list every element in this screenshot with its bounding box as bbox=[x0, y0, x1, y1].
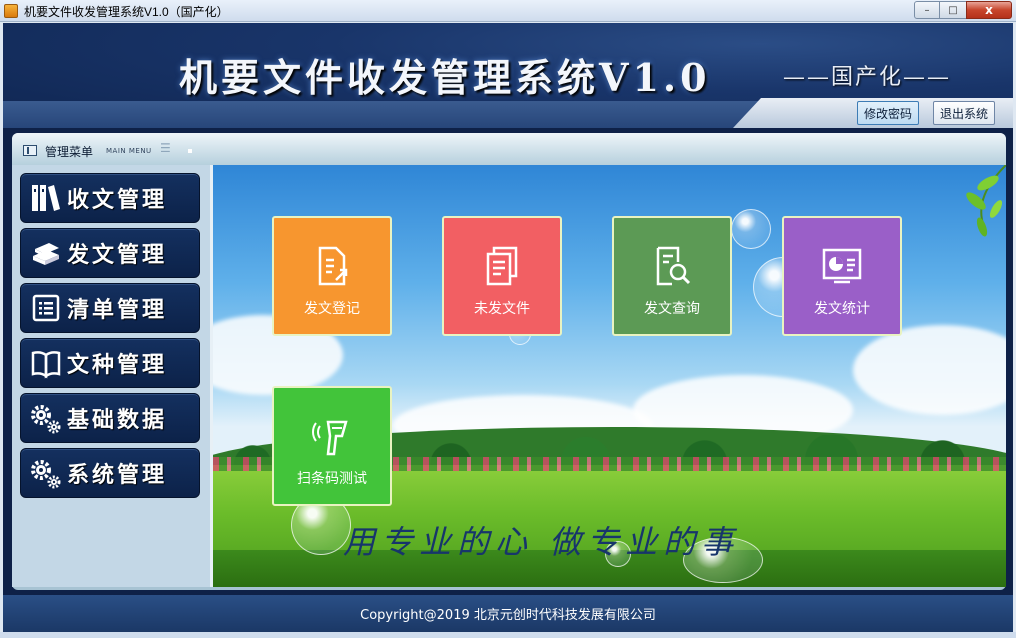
window-titlebar: 机要文件收发管理系统V1.0（国产化） – □ x bbox=[0, 0, 1016, 22]
app-subtitle: ——国产化—— bbox=[783, 65, 952, 90]
header-banner: 机要文件收发管理系统V1.0 ——国产化—— 修改密码 退出系统 bbox=[3, 23, 1013, 128]
exit-system-button[interactable]: 退出系统 bbox=[933, 101, 996, 125]
document-export-icon bbox=[310, 244, 354, 288]
document-search-icon bbox=[650, 244, 694, 288]
app-icon bbox=[4, 4, 18, 18]
tile-unsent-files[interactable]: 未发文件 bbox=[442, 216, 562, 336]
tile-dispatch-register[interactable]: 发文登记 bbox=[272, 216, 392, 336]
tile-label: 未发文件 bbox=[474, 301, 530, 317]
window-controls: – □ x bbox=[914, 1, 1012, 19]
menu-title: 管理菜单 bbox=[45, 145, 94, 159]
sidebar: 收文管理 发文管理 清单管理 文种管理 基础数据 系统管理 bbox=[12, 165, 210, 587]
tile-label: 发文统计 bbox=[814, 301, 870, 317]
sidebar-item-label: 收文管理 bbox=[67, 188, 168, 213]
menu-panel-icon bbox=[23, 145, 37, 156]
tile-dispatch-query[interactable]: 发文查询 bbox=[612, 216, 732, 336]
change-password-button[interactable]: 修改密码 bbox=[857, 101, 920, 125]
app-title: 机要文件收发管理系统V1.0 bbox=[179, 55, 711, 100]
sidebar-item-label: 系统管理 bbox=[67, 463, 168, 488]
stack-books-icon bbox=[29, 236, 63, 270]
sidebar-item-receive[interactable]: 收文管理 bbox=[20, 173, 200, 223]
sidebar-item-doctype[interactable]: 文种管理 bbox=[20, 338, 200, 388]
menu-lines-icon: ☰ bbox=[160, 141, 171, 155]
slogan-text: 用专业的心 做专业的事 bbox=[343, 523, 740, 561]
menu-header: 管理菜单 MAIN MENU ☰ bbox=[12, 133, 1006, 165]
content-panel: 管理菜单 MAIN MENU ☰ 收文管理 发文管理 清单管理 文种管理 基础数… bbox=[12, 133, 1006, 590]
gears-icon bbox=[29, 401, 63, 435]
main-frame: 管理菜单 MAIN MENU ☰ 收文管理 发文管理 清单管理 文种管理 基础数… bbox=[3, 128, 1013, 595]
barcode-scanner-icon bbox=[310, 414, 354, 458]
sidebar-item-system[interactable]: 系统管理 bbox=[20, 448, 200, 498]
minimize-button[interactable]: – bbox=[914, 1, 940, 19]
dashboard-background: 用专业的心 做专业的事 发文登记 未发文件 发文查询 发文统计 扫条码测试 bbox=[213, 165, 1006, 587]
sidebar-item-label: 清单管理 bbox=[67, 298, 168, 323]
list-icon bbox=[29, 291, 63, 325]
tile-dispatch-stats[interactable]: 发文统计 bbox=[782, 216, 902, 336]
books-icon bbox=[29, 181, 63, 215]
gears-icon bbox=[29, 456, 63, 490]
window-bottom-edge bbox=[0, 632, 1016, 638]
sidebar-item-list[interactable]: 清单管理 bbox=[20, 283, 200, 333]
leaves-icon bbox=[966, 165, 1006, 237]
sidebar-item-dispatch[interactable]: 发文管理 bbox=[20, 228, 200, 278]
sidebar-item-label: 发文管理 bbox=[67, 243, 168, 268]
documents-stack-icon bbox=[480, 244, 524, 288]
window-title: 机要文件收发管理系统V1.0（国产化） bbox=[24, 5, 229, 19]
chart-window-icon bbox=[820, 244, 864, 288]
close-button[interactable]: x bbox=[966, 1, 1012, 19]
sidebar-item-basedata[interactable]: 基础数据 bbox=[20, 393, 200, 443]
footer: Copyright@2019 北京元创时代科技发展有限公司 bbox=[3, 595, 1013, 632]
menu-title-en: MAIN MENU bbox=[106, 147, 152, 155]
open-book-icon bbox=[29, 346, 63, 380]
sidebar-item-label: 文种管理 bbox=[67, 353, 168, 378]
sidebar-item-label: 基础数据 bbox=[67, 408, 168, 433]
copyright-text: Copyright@2019 北京元创时代科技发展有限公司 bbox=[360, 608, 656, 623]
tile-label: 扫条码测试 bbox=[297, 471, 367, 487]
bubble bbox=[731, 209, 771, 249]
menu-dot-icon bbox=[188, 149, 192, 153]
maximize-button[interactable]: □ bbox=[940, 1, 966, 19]
tile-barcode-test[interactable]: 扫条码测试 bbox=[272, 386, 392, 506]
tile-label: 发文登记 bbox=[304, 301, 360, 317]
cloud bbox=[853, 325, 1006, 415]
tile-label: 发文查询 bbox=[644, 301, 700, 317]
